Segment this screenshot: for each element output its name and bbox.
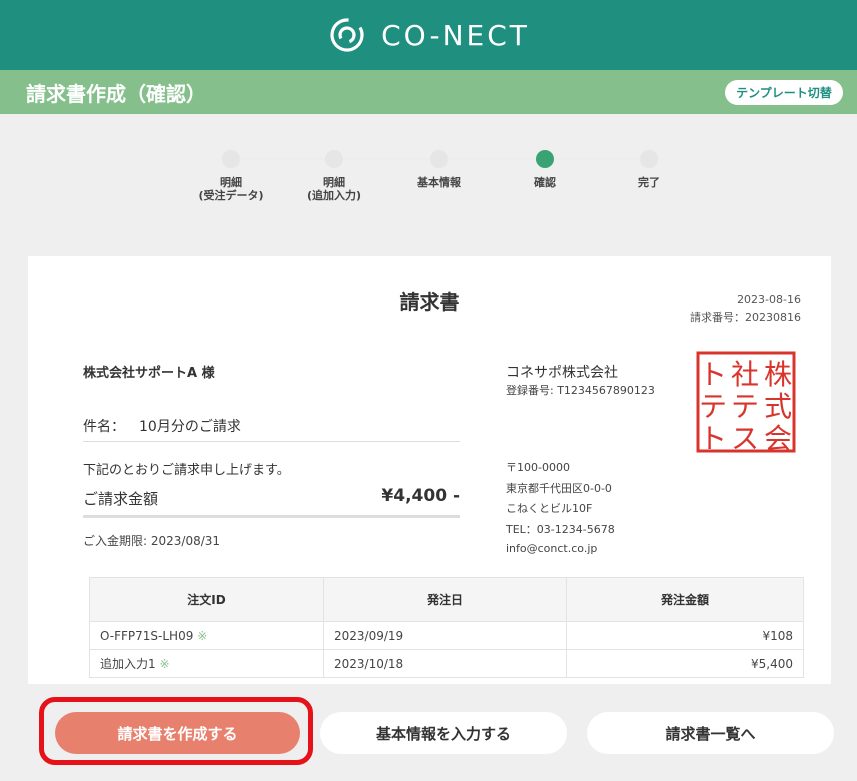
column-header-order-id: 注文ID <box>89 577 324 622</box>
invoice-number: 請求番号：20230816 <box>690 311 801 324</box>
step-complete: 完了 <box>604 148 694 189</box>
page-header: 請求書作成（確認） テンプレート切替 <box>0 70 857 114</box>
svg-text:株: 株 <box>764 358 792 391</box>
issuer-company: コネサポ株式会社 <box>506 365 618 381</box>
step-label: 完了 <box>638 176 660 189</box>
issuer-email: info@conct.co.jp <box>506 542 598 555</box>
top-header: CO-NECT <box>0 0 857 70</box>
table-row: O-FFP71S-LH09 ※ 2023/09/19 ¥108 <box>89 621 804 650</box>
table-header-row: 注文ID 発注日 発注金額 <box>89 577 804 622</box>
step-details-additional: 明細 (追加入力) <box>289 148 379 202</box>
step-confirm: 確認 <box>500 148 590 189</box>
step-dot <box>325 150 343 168</box>
note-mark: ※ <box>197 628 208 643</box>
order-id-cell: O-FFP71S-LH09 ※ <box>89 621 324 650</box>
logo-icon <box>330 18 364 52</box>
order-date-cell: 2023/10/18 <box>323 649 567 678</box>
issuer-building: こねくとビル10F <box>506 502 593 515</box>
svg-text:ト: ト <box>699 422 727 454</box>
column-header-order-amount: 発注金額 <box>566 577 804 622</box>
step-label: 基本情報 <box>417 176 461 189</box>
svg-text:会: 会 <box>764 422 792 454</box>
issuer-zip: 〒100-0000 <box>506 461 570 474</box>
order-amount-cell: ¥5,400 <box>566 649 804 678</box>
progress-steps: 明細 (受注データ) 明細 (追加入力) 基本情報 確認 完了 <box>186 148 686 218</box>
amount-label: ご請求金額 <box>83 490 159 508</box>
client-name: 株式会社サポートA 様 <box>83 366 215 381</box>
svg-text:ス: ス <box>731 422 759 454</box>
invoice-notice: 下記のとおりご請求申し上げます。 <box>83 463 290 478</box>
step-label: 明細 <box>220 176 242 189</box>
highlight-annotation <box>39 697 313 765</box>
brand-name: CO-NECT <box>381 18 530 52</box>
step-details-order: 明細 (受注データ) <box>186 148 276 202</box>
page-title: 請求書作成（確認） <box>26 81 206 106</box>
step-dot <box>640 150 658 168</box>
table-row: 追加入力1 ※ 2023/10/18 ¥5,400 <box>89 649 804 678</box>
svg-text:社: 社 <box>731 358 759 391</box>
step-basic-info: 基本情報 <box>394 148 484 189</box>
step-sublabel: (受注データ) <box>198 189 264 202</box>
subject-label: 件名： <box>83 419 125 435</box>
step-label: 明細 <box>323 176 345 189</box>
step-dot-active <box>536 150 554 168</box>
due-date: ご入金期限: 2023/08/31 <box>83 534 221 548</box>
order-id: 追加入力1 <box>100 657 156 671</box>
amount-row: ご請求金額 ¥4,400 - <box>83 484 460 518</box>
step-label: 確認 <box>534 176 556 189</box>
note-mark: ※ <box>159 657 170 671</box>
brand[interactable]: CO-NECT <box>327 15 530 55</box>
svg-text:テ: テ <box>731 390 759 423</box>
order-id: O-FFP71S-LH09 <box>100 628 194 643</box>
step-sublabel: (追加入力) <box>306 189 362 202</box>
svg-text:テ: テ <box>699 390 727 423</box>
svg-text:ト: ト <box>699 358 727 391</box>
invoice-preview: 請求書 2023-08-16 請求番号：20230816 株式会社サポートA 様… <box>28 256 831 696</box>
amount-value: ¥4,400 - <box>381 486 460 506</box>
subject-value: 10月分のご請求 <box>139 419 241 435</box>
order-id-cell: 追加入力1 ※ <box>89 649 324 678</box>
invoice-list-button[interactable]: 請求書一覧へ <box>587 712 834 754</box>
order-date-cell: 2023/09/19 <box>323 621 567 650</box>
column-header-order-date: 発注日 <box>323 577 567 622</box>
orders-table: 注文ID 発注日 発注金額 O-FFP71S-LH09 ※ 2023/09/19… <box>89 577 804 678</box>
template-switch-button[interactable]: テンプレート切替 <box>725 80 843 105</box>
subject-row: 件名： 10月分のご請求 <box>83 416 460 442</box>
issuer-reg-no: 登録番号: T1234567890123 <box>506 384 655 397</box>
step-dot <box>222 150 240 168</box>
company-seal: 株 式 会 社 テ ス ト テ ト <box>696 351 796 454</box>
invoice-date: 2023-08-16 <box>737 293 801 306</box>
step-dot <box>430 150 448 168</box>
basic-info-button[interactable]: 基本情報を入力する <box>320 712 567 754</box>
issuer-tel: TEL：03-1234-5678 <box>506 523 615 536</box>
order-amount-cell: ¥108 <box>566 621 804 650</box>
issuer-address: 東京都千代田区0-0-0 <box>506 482 612 495</box>
svg-text:式: 式 <box>764 390 792 423</box>
